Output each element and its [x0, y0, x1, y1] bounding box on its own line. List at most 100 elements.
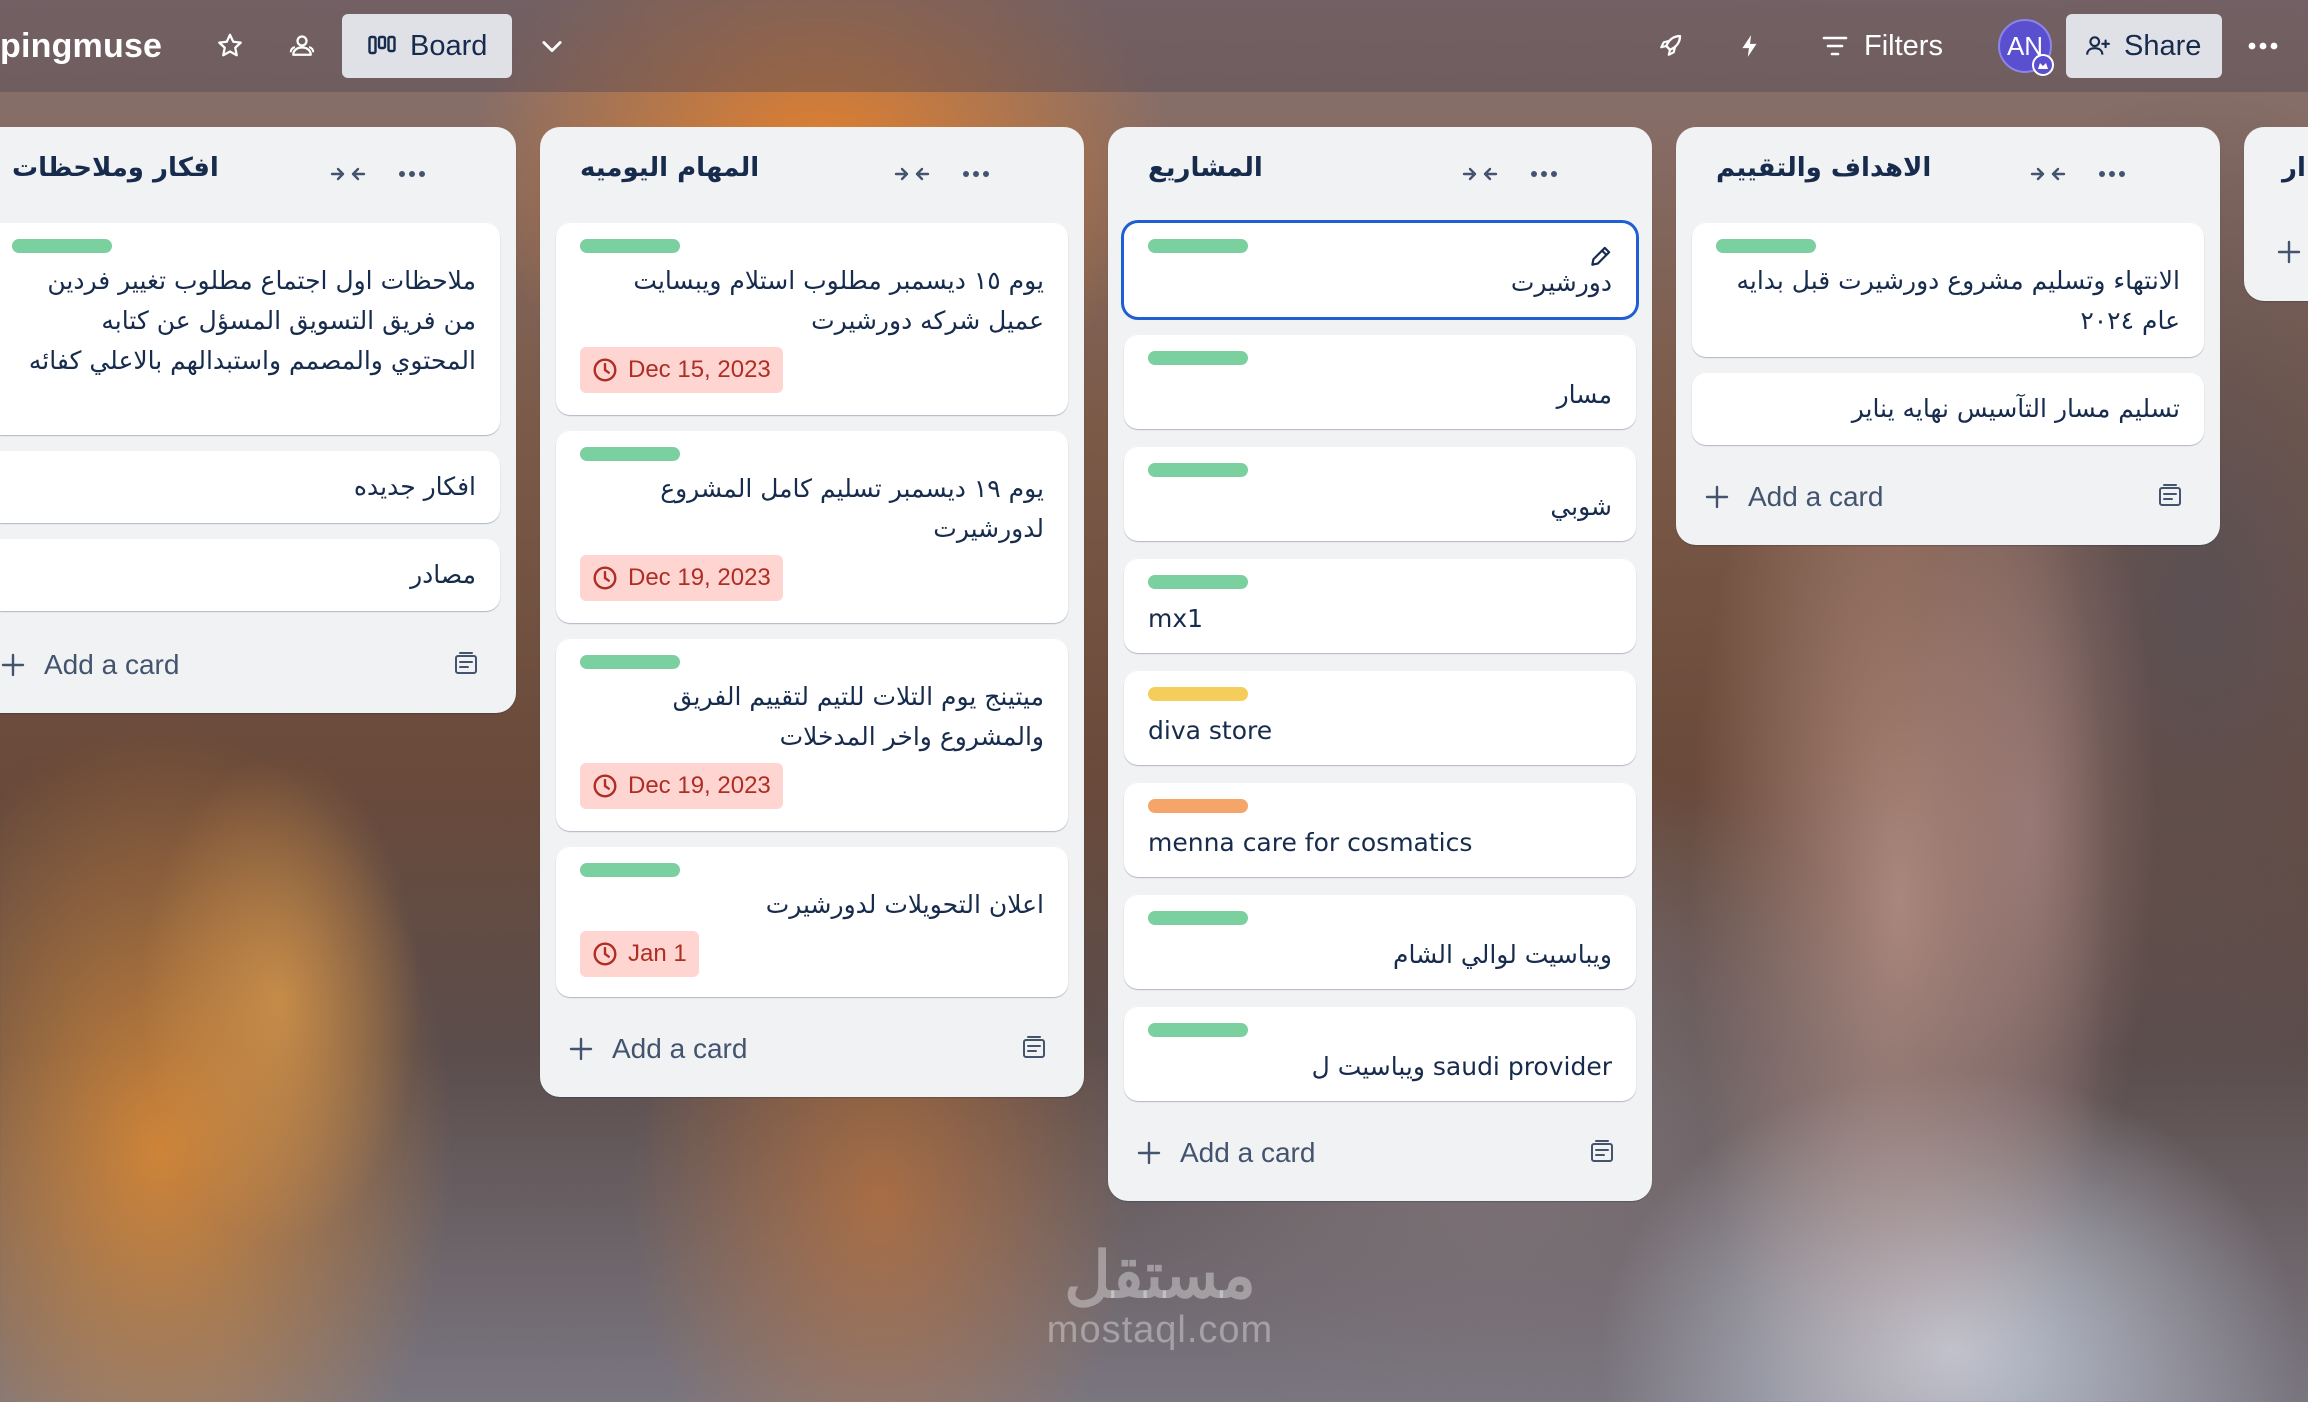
- create-from-template-icon[interactable]: [1588, 1139, 1616, 1165]
- list-card[interactable]: يوم ١٩ ديسمبر تسليم كامل المشروع لدورشير…: [556, 431, 1068, 623]
- due-date-badge[interactable]: Dec 15, 2023: [580, 347, 783, 393]
- list-card[interactable]: تسليم مسار التآسيس نهايه يناير: [1692, 373, 2204, 445]
- orange-label[interactable]: [1148, 799, 1248, 813]
- board-header: pingmuse Board Filters AN Share: [0, 0, 2308, 92]
- filter-icon: [1822, 36, 1848, 56]
- list-projects[interactable]: المشاريع دورشيرت مسار شوبي mx1 diva stor…: [1108, 127, 1652, 1201]
- card-title: saudi provider ويباسيت ل: [1311, 1052, 1612, 1081]
- board-view-button[interactable]: Board: [342, 14, 512, 78]
- pencil-icon[interactable]: [1588, 243, 1614, 269]
- due-date-badge[interactable]: Dec 19, 2023: [580, 763, 783, 809]
- add-card-button[interactable]: Add a card: [1124, 1123, 1636, 1183]
- list-title[interactable]: الاهداف والتقييم: [1716, 153, 1931, 183]
- list-menu-button[interactable]: [1524, 157, 1564, 191]
- list-card[interactable]: شوبي: [1124, 447, 1636, 541]
- collapse-list-button[interactable]: [328, 157, 368, 191]
- list-card[interactable]: mx1: [1124, 559, 1636, 653]
- add-card-button[interactable]: Add a card: [1692, 467, 2204, 527]
- green-label[interactable]: [1148, 575, 1248, 589]
- add-card-label: Add a card: [1748, 481, 1884, 512]
- share-label: Share: [2124, 29, 2202, 62]
- list-card[interactable]: مسار: [1124, 335, 1636, 429]
- collapse-list-button[interactable]: [892, 157, 932, 191]
- filters-button[interactable]: Filters: [1822, 16, 1943, 76]
- green-label[interactable]: [580, 655, 680, 669]
- add-card-button[interactable]: Add a card: [0, 635, 500, 695]
- green-label[interactable]: [580, 447, 680, 461]
- list-card[interactable]: diva store: [1124, 671, 1636, 765]
- list-menu-button[interactable]: [392, 157, 432, 191]
- collapse-icon: [2030, 167, 2066, 181]
- list-card[interactable]: ميتينج يوم التلات للتيم لتقييم الفريق وا…: [556, 639, 1068, 831]
- due-date-badge[interactable]: Dec 19, 2023: [580, 555, 783, 601]
- list-card[interactable]: اعلان التحويلات لدورشيرت Jan 1: [556, 847, 1068, 997]
- green-label[interactable]: [580, 239, 680, 253]
- more-horizontal-icon: [399, 171, 425, 177]
- add-card-button[interactable]: Add a card: [556, 1019, 1068, 1079]
- due-date-badge[interactable]: Jan 1: [580, 931, 699, 977]
- star-button[interactable]: [206, 16, 254, 76]
- plus-icon[interactable]: [2276, 239, 2302, 265]
- watermark-latin: mostaql.com: [1046, 1309, 1274, 1351]
- board-title[interactable]: pingmuse: [0, 22, 162, 70]
- list-card[interactable]: ملاحظات اول اجتماع مطلوب تغيير فردين من …: [0, 223, 500, 435]
- collapse-icon: [1462, 167, 1498, 181]
- green-label[interactable]: [12, 239, 112, 253]
- watermark-arabic: مستقل: [1064, 1239, 1256, 1311]
- automation-button[interactable]: [1726, 16, 1774, 76]
- list-menu-button[interactable]: [2092, 157, 2132, 191]
- plus-icon: [1137, 1141, 1161, 1165]
- green-label[interactable]: [1148, 463, 1248, 477]
- power-ups-button[interactable]: [1646, 16, 1694, 76]
- list-header: افكار وملاحظات: [0, 127, 516, 219]
- list-card-selected[interactable]: دورشيرت: [1124, 223, 1636, 317]
- green-label[interactable]: [1148, 1023, 1248, 1037]
- view-switcher-button[interactable]: [528, 16, 576, 76]
- collapse-list-button[interactable]: [1460, 157, 1500, 191]
- collapse-icon: [330, 167, 366, 181]
- green-label[interactable]: [1148, 351, 1248, 365]
- green-label[interactable]: [1148, 239, 1248, 253]
- list-partial[interactable]: ار: [2244, 127, 2308, 301]
- card-title: مسار: [1556, 380, 1612, 409]
- share-button[interactable]: Share: [2066, 14, 2222, 78]
- list-card[interactable]: ويباسيت لوالي الشام: [1124, 895, 1636, 989]
- create-from-template-icon[interactable]: [452, 651, 480, 677]
- list-menu-button[interactable]: [956, 157, 996, 191]
- card-title: يوم ١٥ ديسمبر مطلوب استلام ويبسايت عميل …: [633, 266, 1044, 335]
- list-daily-tasks[interactable]: المهام اليوميه يوم ١٥ ديسمبر مطلوب استلا…: [540, 127, 1084, 1097]
- due-date-text: Jan 1: [628, 940, 687, 967]
- board-menu-button[interactable]: [2238, 16, 2288, 76]
- list-card[interactable]: الانتهاء وتسليم مشروع دورشيرت قبل بدايه …: [1692, 223, 2204, 357]
- more-horizontal-icon: [2248, 42, 2278, 50]
- create-from-template-icon[interactable]: [1020, 1035, 1048, 1061]
- list-title[interactable]: المشاريع: [1148, 153, 1263, 183]
- list-card[interactable]: saudi provider ويباسيت ل: [1124, 1007, 1636, 1101]
- list-card[interactable]: يوم ١٥ ديسمبر مطلوب استلام ويبسايت عميل …: [556, 223, 1068, 415]
- green-label[interactable]: [580, 863, 680, 877]
- list-card[interactable]: menna care for cosmatics: [1124, 783, 1636, 877]
- list-title[interactable]: افكار وملاحظات: [12, 153, 219, 183]
- card-title: mx1: [1148, 604, 1204, 633]
- green-label[interactable]: [1148, 911, 1248, 925]
- green-label[interactable]: [1716, 239, 1816, 253]
- card-title: مصادر: [410, 560, 476, 589]
- visibility-button[interactable]: [278, 16, 326, 76]
- collapse-list-button[interactable]: [2028, 157, 2068, 191]
- plus-icon: [1705, 485, 1729, 509]
- due-date-text: Dec 19, 2023: [628, 564, 771, 591]
- list-card[interactable]: افكار جديده: [0, 451, 500, 523]
- plus-icon: [1, 653, 25, 677]
- clock-icon: [593, 942, 617, 966]
- list-goals-evaluation[interactable]: الاهداف والتقييم الانتهاء وتسليم مشروع د…: [1676, 127, 2220, 545]
- admin-badge-icon: [2032, 54, 2054, 76]
- list-ideas-notes[interactable]: افكار وملاحظات ملاحظات اول اجتماع مطلوب …: [0, 127, 516, 713]
- create-from-template-icon[interactable]: [2156, 483, 2184, 509]
- lightning-icon: [1742, 35, 1757, 57]
- list-title[interactable]: المهام اليوميه: [580, 153, 759, 183]
- list-title[interactable]: ار: [2282, 153, 2306, 183]
- list-card[interactable]: مصادر: [0, 539, 500, 611]
- list-header: المهام اليوميه: [540, 127, 1084, 219]
- yellow-label[interactable]: [1148, 687, 1248, 701]
- card-title: ميتينج يوم التلات للتيم لتقييم الفريق وا…: [672, 682, 1044, 751]
